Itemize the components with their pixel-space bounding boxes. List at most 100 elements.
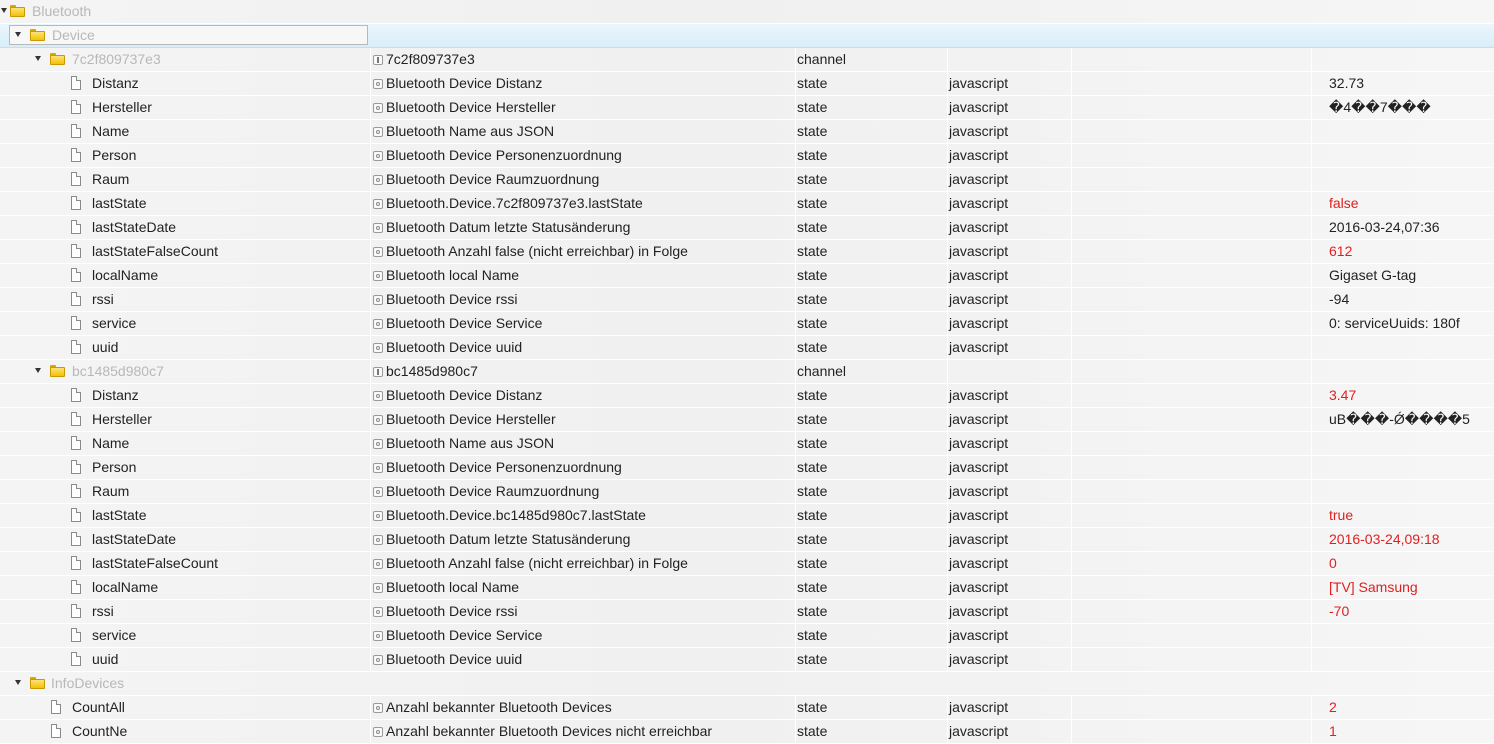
tree-row-state[interactable]: lastState Bluetooth.Device.bc1485d980c7.l…: [0, 504, 1494, 528]
description-cell: Bluetooth Device Distanz: [370, 384, 794, 407]
value-cell[interactable]: -70: [1311, 600, 1494, 623]
tree-row-state[interactable]: Person Bluetooth Device Personenzuordnung…: [0, 144, 1494, 168]
role-cell: [947, 48, 1073, 71]
description-cell: Bluetooth Anzahl false (nicht erreichbar…: [370, 240, 794, 263]
tree-row-state[interactable]: Name Bluetooth Name aus JSON state javascri…: [0, 432, 1494, 456]
value-cell[interactable]: [1311, 120, 1494, 143]
object-tree-grid: Bluetooth Device 7c2f809737e3 7c2f809737e…: [0, 0, 1494, 744]
value-cell[interactable]: [1311, 336, 1494, 359]
state-icon: [373, 319, 383, 329]
value-cell[interactable]: [1311, 168, 1494, 191]
tree-row-state[interactable]: Name Bluetooth Name aus JSON state javascri…: [0, 120, 1494, 144]
value-cell[interactable]: 3.47: [1311, 384, 1494, 407]
tree-row-channel[interactable]: 7c2f809737e3 7c2f809737e3 channel: [0, 48, 1494, 72]
value-cell[interactable]: -94: [1311, 288, 1494, 311]
name-cell: lastState: [0, 504, 368, 527]
tree-row-state[interactable]: localName Bluetooth local Name state javasc…: [0, 264, 1494, 288]
file-icon: [71, 340, 81, 354]
extra-cell: [1071, 456, 1312, 479]
extra-cell: [1071, 48, 1312, 71]
folder-icon: [50, 365, 65, 377]
expand-toggle-icon[interactable]: [1, 8, 7, 13]
tree-row-infodevices[interactable]: InfoDevices: [0, 672, 1494, 696]
value-cell[interactable]: 612: [1311, 240, 1494, 263]
description-cell: Bluetooth Datum letzte Statusänderung: [370, 528, 794, 551]
value-cell[interactable]: �4��7���: [1311, 96, 1494, 119]
tree-row-state[interactable]: Raum Bluetooth Device Raumzuordnung state j…: [0, 480, 1494, 504]
value-cell[interactable]: 1: [1311, 720, 1494, 743]
tree-row-state[interactable]: Person Bluetooth Device Personenzuordnung…: [0, 456, 1494, 480]
extra-cell: [1071, 696, 1312, 719]
value-cell[interactable]: 2: [1311, 696, 1494, 719]
tree-row-state[interactable]: uuid Bluetooth Device uuid state javascript: [0, 648, 1494, 672]
value-cell[interactable]: 2016-03-24,09:18: [1311, 528, 1494, 551]
value-cell[interactable]: [1311, 624, 1494, 647]
tree-row-bluetooth[interactable]: Bluetooth: [0, 0, 1494, 24]
name-cell: service: [0, 624, 368, 647]
expand-toggle-icon[interactable]: [15, 32, 21, 37]
state-name: service: [92, 315, 137, 331]
name-cell: lastStateDate: [0, 528, 368, 551]
state-icon: [373, 223, 383, 233]
description-text: Bluetooth Device rssi: [386, 291, 518, 307]
tree-row-state[interactable]: rssi Bluetooth Device rssi state javascript…: [0, 600, 1494, 624]
state-name: lastStateFalseCount: [92, 243, 219, 259]
value-cell[interactable]: 2016-03-24,07:36: [1311, 216, 1494, 239]
channel-label: 7c2f809737e3: [72, 51, 161, 67]
tree-row-device[interactable]: Device: [0, 24, 1494, 48]
tree-row-state[interactable]: rssi Bluetooth Device rssi state javascript…: [0, 288, 1494, 312]
tree-row-state[interactable]: lastStateFalseCount Bluetooth Anzahl fals…: [0, 552, 1494, 576]
role-cell: javascript: [947, 192, 1073, 215]
value-cell[interactable]: [1311, 480, 1494, 503]
tree-row-state[interactable]: Raum Bluetooth Device Raumzuordnung state j…: [0, 168, 1494, 192]
role-cell: javascript: [947, 408, 1073, 431]
description-cell: Bluetooth Device Hersteller: [370, 96, 794, 119]
tree-row-state[interactable]: Distanz Bluetooth Device Distanz state java…: [0, 72, 1494, 96]
tree-row-state[interactable]: CountAll Anzahl bekannter Bluetooth Devic…: [0, 696, 1494, 720]
tree-row-state[interactable]: Hersteller Bluetooth Device Hersteller sta…: [0, 96, 1494, 120]
tree-row-state[interactable]: lastStateDate Bluetooth Datum letzte Stat…: [0, 216, 1494, 240]
expand-toggle-icon[interactable]: [15, 680, 21, 685]
value-cell[interactable]: uB���-Ǿ����5: [1311, 408, 1494, 431]
description-cell: Bluetooth Device uuid: [370, 336, 794, 359]
file-icon: [71, 556, 81, 570]
value-cell[interactable]: 0: [1311, 552, 1494, 575]
expand-toggle-icon[interactable]: [35, 368, 41, 373]
file-icon: [71, 148, 81, 162]
tree-row-state[interactable]: Distanz Bluetooth Device Distanz state java…: [0, 384, 1494, 408]
value-cell[interactable]: [TV] Samsung: [1311, 576, 1494, 599]
tree-row-state[interactable]: CountNe Anzahl bekannter Bluetooth Device…: [0, 720, 1494, 744]
value-cell[interactable]: 0: serviceUuids: 180f: [1311, 312, 1494, 335]
type-cell: state: [795, 408, 949, 431]
expand-toggle-icon[interactable]: [35, 56, 41, 61]
value-cell[interactable]: [1311, 648, 1494, 671]
value-cell[interactable]: [1311, 456, 1494, 479]
state-icon: [373, 175, 383, 185]
file-icon: [71, 628, 81, 642]
tree-row-state[interactable]: Hersteller Bluetooth Device Hersteller sta…: [0, 408, 1494, 432]
state-name: lastStateDate: [92, 531, 177, 547]
type-cell: state: [795, 120, 949, 143]
tree-row-state[interactable]: localName Bluetooth local Name state javasc…: [0, 576, 1494, 600]
value-cell[interactable]: true: [1311, 504, 1494, 527]
tree-row-state[interactable]: service Bluetooth Device Service state java…: [0, 312, 1494, 336]
tree-row-state[interactable]: uuid Bluetooth Device uuid state javascript: [0, 336, 1494, 360]
state-name: localName: [92, 579, 159, 595]
value-cell[interactable]: Gigaset G-tag: [1311, 264, 1494, 287]
role-cell: javascript: [947, 240, 1073, 263]
tree-row-channel[interactable]: bc1485d980c7 bc1485d980c7 channel: [0, 360, 1494, 384]
value-cell[interactable]: 32.73: [1311, 72, 1494, 95]
tree-row-state[interactable]: lastState Bluetooth.Device.7c2f809737e3.l…: [0, 192, 1494, 216]
tree-row-state[interactable]: lastStateFalseCount Bluetooth Anzahl fals…: [0, 240, 1494, 264]
value-cell[interactable]: [1311, 144, 1494, 167]
state-name: uuid: [92, 339, 119, 355]
value-cell[interactable]: false: [1311, 192, 1494, 215]
tree-row-state[interactable]: lastStateDate Bluetooth Datum letzte Stat…: [0, 528, 1494, 552]
tree-row-state[interactable]: service Bluetooth Device Service state java…: [0, 624, 1494, 648]
value-cell[interactable]: [1311, 432, 1494, 455]
description-text: Bluetooth Device Service: [386, 627, 543, 643]
description-text: Bluetooth Device uuid: [386, 651, 523, 667]
role-cell: javascript: [947, 312, 1073, 335]
type-cell: state: [795, 696, 949, 719]
description-cell: Bluetooth Device rssi: [370, 600, 794, 623]
